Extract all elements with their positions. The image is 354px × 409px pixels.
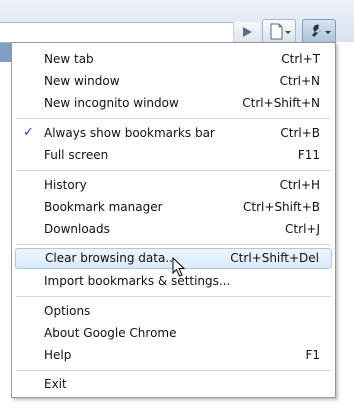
menu-separator xyxy=(16,296,331,297)
menu-item-shortcut: Ctrl+B xyxy=(280,126,320,140)
menu-item-bookmark-manager[interactable]: Bookmark manager Ctrl+Shift+B xyxy=(12,197,335,218)
chevron-down-icon xyxy=(325,31,331,34)
menu-item-options[interactable]: Options xyxy=(12,301,335,322)
menu-item-help[interactable]: Help F1 xyxy=(12,345,335,366)
menu-item-shortcut: Ctrl+H xyxy=(279,178,320,192)
menu-separator xyxy=(16,118,331,119)
menu-item-about-google-chrome[interactable]: About Google Chrome xyxy=(12,323,335,344)
menu-item-downloads[interactable]: Downloads Ctrl+J xyxy=(12,219,335,240)
menu-item-new-incognito-window[interactable]: New incognito window Ctrl+Shift+N xyxy=(12,93,335,114)
menu-separator xyxy=(16,370,331,371)
menu-separator xyxy=(16,170,331,171)
address-bar[interactable] xyxy=(0,22,258,43)
menu-item-new-window[interactable]: New window Ctrl+N xyxy=(12,71,335,92)
wrench-menu-button[interactable] xyxy=(302,19,336,43)
menu-item-shortcut: Ctrl+Shift+Del xyxy=(230,251,319,265)
menu-item-shortcut: F1 xyxy=(305,348,320,362)
page-icon xyxy=(270,23,291,40)
go-button[interactable] xyxy=(233,22,260,43)
menu-item-label: Clear browsing data... xyxy=(45,251,177,265)
wrench-dropdown-menu: New tab Ctrl+T New window Ctrl+N New inc… xyxy=(11,42,336,398)
menu-separator xyxy=(16,244,331,245)
menu-item-label: Full screen xyxy=(44,148,109,162)
menu-item-label: Help xyxy=(44,348,72,362)
menu-item-shortcut: Ctrl+J xyxy=(285,222,320,236)
menu-item-new-tab[interactable]: New tab Ctrl+T xyxy=(12,49,335,70)
page-menu-button[interactable] xyxy=(262,19,296,43)
menu-item-label: History xyxy=(44,178,87,192)
menu-item-history[interactable]: History Ctrl+H xyxy=(12,175,335,196)
menu-item-label: New window xyxy=(44,74,120,88)
mouse-cursor-icon xyxy=(172,256,186,281)
menu-item-shortcut: F11 xyxy=(297,148,320,162)
play-arrow-icon xyxy=(243,27,252,37)
menu-item-always-show-bookmarks-bar[interactable]: ✓ Always show bookmarks bar Ctrl+B xyxy=(12,123,335,144)
menu-item-label: New incognito window xyxy=(44,96,179,110)
menu-item-full-screen[interactable]: Full screen F11 xyxy=(12,145,335,166)
menu-item-label: About Google Chrome xyxy=(44,326,177,340)
menu-item-label: New tab xyxy=(44,52,94,66)
menu-item-exit[interactable]: Exit xyxy=(12,374,335,395)
menu-item-label: Options xyxy=(44,304,91,318)
menu-item-label: Always show bookmarks bar xyxy=(44,126,215,140)
menu-item-label: Import bookmarks & settings... xyxy=(44,274,231,288)
page-edge-strip xyxy=(0,42,11,62)
menu-item-label: Exit xyxy=(44,377,67,391)
chevron-down-icon xyxy=(285,31,291,34)
menu-item-label: Downloads xyxy=(44,222,110,236)
menu-item-shortcut: Ctrl+Shift+N xyxy=(242,96,320,110)
menu-item-shortcut: Ctrl+Shift+B xyxy=(243,200,320,214)
menu-item-shortcut: Ctrl+N xyxy=(279,74,320,88)
checkmark-icon: ✓ xyxy=(23,125,34,140)
menu-item-shortcut: Ctrl+T xyxy=(281,52,320,66)
wrench-icon xyxy=(312,24,331,37)
menu-item-label: Bookmark manager xyxy=(44,200,163,214)
